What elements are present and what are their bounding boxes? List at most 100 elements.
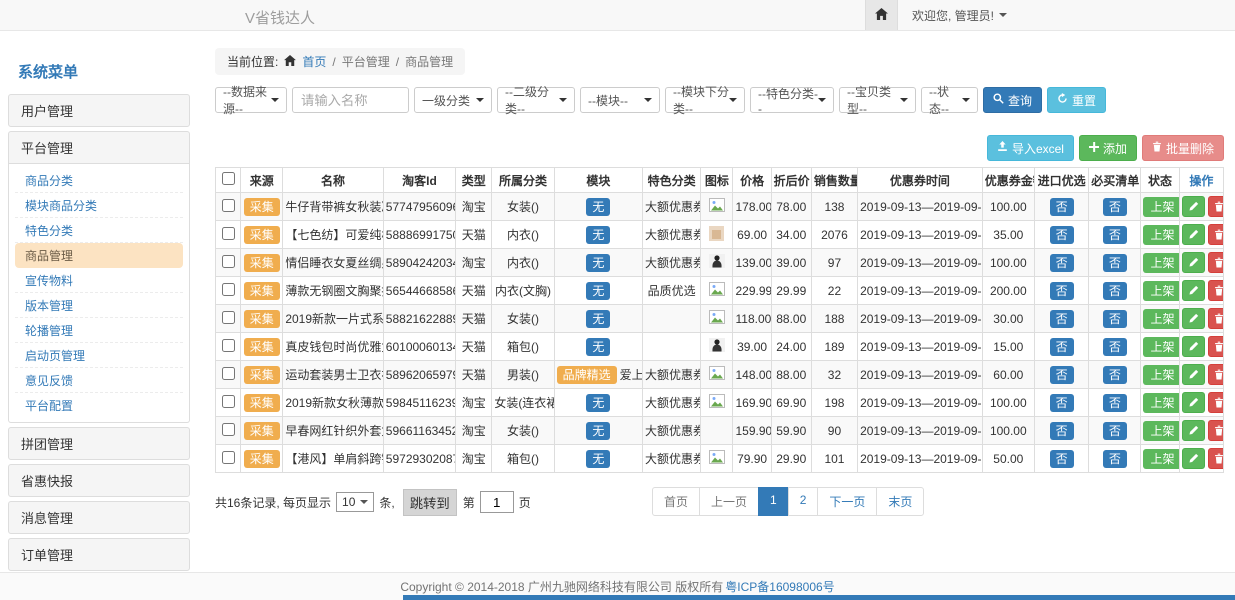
module-badge[interactable]: 无 xyxy=(586,198,610,216)
edit-button[interactable] xyxy=(1182,392,1205,413)
sidebar-item-版本管理[interactable]: 版本管理 xyxy=(15,293,183,318)
must-buy-badge[interactable]: 否 xyxy=(1103,422,1127,440)
status-badge[interactable]: 上架 xyxy=(1143,421,1179,441)
sidebar-item-商品分类[interactable]: 商品分类 xyxy=(15,168,183,193)
filter-item-type-select[interactable]: --宝贝类型-- xyxy=(839,87,916,113)
sidebar-group-平台管理[interactable]: 平台管理 xyxy=(8,131,190,164)
edit-button[interactable] xyxy=(1182,196,1205,217)
edit-button[interactable] xyxy=(1182,336,1205,357)
must-buy-badge[interactable]: 否 xyxy=(1103,282,1127,300)
breadcrumb-home-link[interactable]: 首页 xyxy=(302,53,326,70)
delete-button[interactable] xyxy=(1208,196,1224,217)
module-badge[interactable]: 无 xyxy=(586,310,610,328)
import-select-badge[interactable]: 否 xyxy=(1050,282,1074,300)
module-badge[interactable]: 无 xyxy=(586,422,610,440)
sidebar-item-宣传物料[interactable]: 宣传物料 xyxy=(15,268,183,293)
page-last-button[interactable]: 末页 xyxy=(876,487,924,516)
must-buy-badge[interactable]: 否 xyxy=(1103,254,1127,272)
module-badge[interactable]: 无 xyxy=(586,450,610,468)
delete-button[interactable] xyxy=(1208,224,1224,245)
status-badge[interactable]: 上架 xyxy=(1143,225,1179,245)
module-badge[interactable]: 无 xyxy=(586,226,610,244)
sidebar-group-用户管理[interactable]: 用户管理 xyxy=(8,94,190,127)
icp-link[interactable]: 粤ICP备16098006号 xyxy=(725,578,834,595)
sidebar-item-模块商品分类[interactable]: 模块商品分类 xyxy=(15,193,183,218)
row-checkbox[interactable] xyxy=(222,423,235,436)
filter-category2-select[interactable]: --二级分类-- xyxy=(497,87,575,113)
must-buy-badge[interactable]: 否 xyxy=(1103,226,1127,244)
home-button[interactable] xyxy=(865,0,898,30)
import-select-badge[interactable]: 否 xyxy=(1050,254,1074,272)
status-badge[interactable]: 上架 xyxy=(1143,197,1179,217)
row-checkbox[interactable] xyxy=(222,367,235,380)
row-checkbox[interactable] xyxy=(222,451,235,464)
edit-button[interactable] xyxy=(1182,364,1205,385)
import-select-badge[interactable]: 否 xyxy=(1050,198,1074,216)
edit-button[interactable] xyxy=(1182,308,1205,329)
import-excel-button[interactable]: 导入excel xyxy=(987,135,1074,161)
import-select-badge[interactable]: 否 xyxy=(1050,422,1074,440)
delete-button[interactable] xyxy=(1208,448,1224,469)
row-checkbox[interactable] xyxy=(222,339,235,352)
delete-button[interactable] xyxy=(1208,364,1224,385)
search-button[interactable]: 查询 xyxy=(983,87,1042,113)
status-badge[interactable]: 上架 xyxy=(1143,365,1179,385)
edit-button[interactable] xyxy=(1182,280,1205,301)
page-1-button[interactable]: 1 xyxy=(758,487,789,516)
filter-module-sub-select[interactable]: --模块下分类-- xyxy=(665,87,745,113)
status-badge[interactable]: 上架 xyxy=(1143,253,1179,273)
delete-button[interactable] xyxy=(1208,392,1224,413)
status-badge[interactable]: 上架 xyxy=(1143,281,1179,301)
delete-button[interactable] xyxy=(1208,252,1224,273)
jump-page-input[interactable] xyxy=(480,491,514,513)
import-select-badge[interactable]: 否 xyxy=(1050,226,1074,244)
must-buy-badge[interactable]: 否 xyxy=(1103,450,1127,468)
row-checkbox[interactable] xyxy=(222,199,235,212)
page-first-button[interactable]: 首页 xyxy=(652,487,700,516)
delete-button[interactable] xyxy=(1208,336,1224,357)
edit-button[interactable] xyxy=(1182,420,1205,441)
status-badge[interactable]: 上架 xyxy=(1143,309,1179,329)
module-badge[interactable]: 无 xyxy=(586,282,610,300)
name-search-input[interactable] xyxy=(292,87,409,113)
must-buy-badge[interactable]: 否 xyxy=(1103,310,1127,328)
import-select-badge[interactable]: 否 xyxy=(1050,394,1074,412)
sidebar-item-意见反馈[interactable]: 意见反馈 xyxy=(15,368,183,393)
select-all-checkbox[interactable] xyxy=(222,172,235,185)
add-button[interactable]: 添加 xyxy=(1079,135,1137,161)
edit-button[interactable] xyxy=(1182,448,1205,469)
sidebar-item-启动页管理[interactable]: 启动页管理 xyxy=(15,343,183,368)
page-2-button[interactable]: 2 xyxy=(788,487,819,516)
import-select-badge[interactable]: 否 xyxy=(1050,338,1074,356)
import-select-badge[interactable]: 否 xyxy=(1050,366,1074,384)
edit-button[interactable] xyxy=(1182,224,1205,245)
user-menu[interactable]: 欢迎您, 管理员! xyxy=(898,7,1007,24)
sidebar-group-订单管理[interactable]: 订单管理 xyxy=(8,538,190,571)
filter-module-select[interactable]: --模块-- xyxy=(580,87,660,113)
module-badge[interactable]: 无 xyxy=(586,338,610,356)
batch-delete-button[interactable]: 批量删除 xyxy=(1142,135,1224,161)
must-buy-badge[interactable]: 否 xyxy=(1103,394,1127,412)
status-badge[interactable]: 上架 xyxy=(1143,449,1179,469)
sidebar-group-省惠快报[interactable]: 省惠快报 xyxy=(8,464,190,497)
row-checkbox[interactable] xyxy=(222,395,235,408)
sidebar-group-拼团管理[interactable]: 拼团管理 xyxy=(8,427,190,460)
module-badge[interactable]: 无 xyxy=(586,254,610,272)
status-badge[interactable]: 上架 xyxy=(1143,337,1179,357)
import-select-badge[interactable]: 否 xyxy=(1050,450,1074,468)
filter-feature-select[interactable]: --特色分类-- xyxy=(750,87,834,113)
filter-category1-select[interactable]: 一级分类 xyxy=(414,87,492,113)
sidebar-item-平台配置[interactable]: 平台配置 xyxy=(15,393,183,418)
sidebar-item-轮播管理[interactable]: 轮播管理 xyxy=(15,318,183,343)
import-select-badge[interactable]: 否 xyxy=(1050,310,1074,328)
module-badge[interactable]: 无 xyxy=(586,394,610,412)
delete-button[interactable] xyxy=(1208,420,1224,441)
reset-button[interactable]: 重置 xyxy=(1047,87,1106,113)
row-checkbox[interactable] xyxy=(222,227,235,240)
edit-button[interactable] xyxy=(1182,252,1205,273)
row-checkbox[interactable] xyxy=(222,311,235,324)
sidebar-item-商品管理[interactable]: 商品管理 xyxy=(15,243,183,268)
must-buy-badge[interactable]: 否 xyxy=(1103,198,1127,216)
row-checkbox[interactable] xyxy=(222,283,235,296)
must-buy-badge[interactable]: 否 xyxy=(1103,338,1127,356)
